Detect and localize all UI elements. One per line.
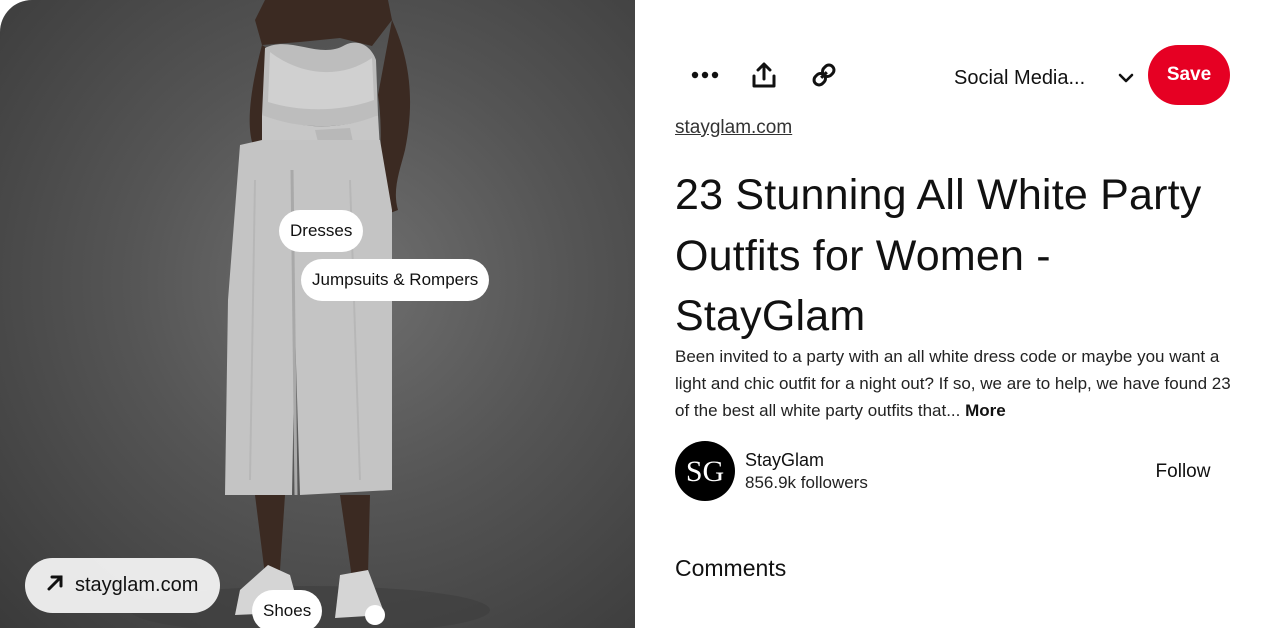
board-select-label: Social Media... — [954, 66, 1086, 89]
pin-description: Been invited to a party with an all whit… — [675, 343, 1235, 424]
tag-jumpsuits-rompers[interactable]: Jumpsuits & Rompers — [301, 259, 490, 301]
description-text: Been invited to a party with an all whit… — [675, 347, 1231, 420]
follow-button[interactable]: Follow — [1138, 452, 1228, 492]
more-link[interactable]: More — [965, 401, 1006, 420]
tag-dresses[interactable]: Dresses — [279, 210, 364, 252]
share-icon[interactable] — [742, 53, 786, 97]
visit-site-label: stayglam.com — [75, 574, 199, 596]
pin-title: 23 Stunning All White Party Outfits for … — [675, 171, 1202, 340]
svg-text:SG: SG — [686, 455, 724, 488]
tag-shoes[interactable]: Shoes — [252, 590, 323, 628]
avatar-logo: SG — [686, 455, 724, 488]
chevron-down-icon — [1118, 67, 1134, 90]
link-icon[interactable] — [802, 53, 846, 97]
save-button[interactable]: Save — [1148, 45, 1230, 105]
avatar[interactable]: SG — [675, 441, 735, 501]
visit-site-button[interactable]: stayglam.com — [25, 558, 220, 613]
comments-heading: Comments — [675, 555, 787, 581]
tag-dot[interactable] — [365, 605, 385, 625]
arrow-up-right-icon — [45, 573, 65, 599]
follower-count: 856.9k followers — [745, 473, 868, 492]
creator-name[interactable]: StayGlam — [745, 450, 824, 471]
more-icon[interactable] — [683, 53, 727, 97]
board-select[interactable]: Social Media... — [954, 58, 1134, 98]
pin-image[interactable]: Dresses Jumpsuits & Rompers Shoes staygl… — [0, 0, 635, 628]
pin-photo — [130, 0, 490, 628]
pin-details: Social Media... Save stayglam.com 23 Stu… — [635, 0, 1274, 628]
source-link[interactable]: stayglam.com — [675, 117, 792, 139]
